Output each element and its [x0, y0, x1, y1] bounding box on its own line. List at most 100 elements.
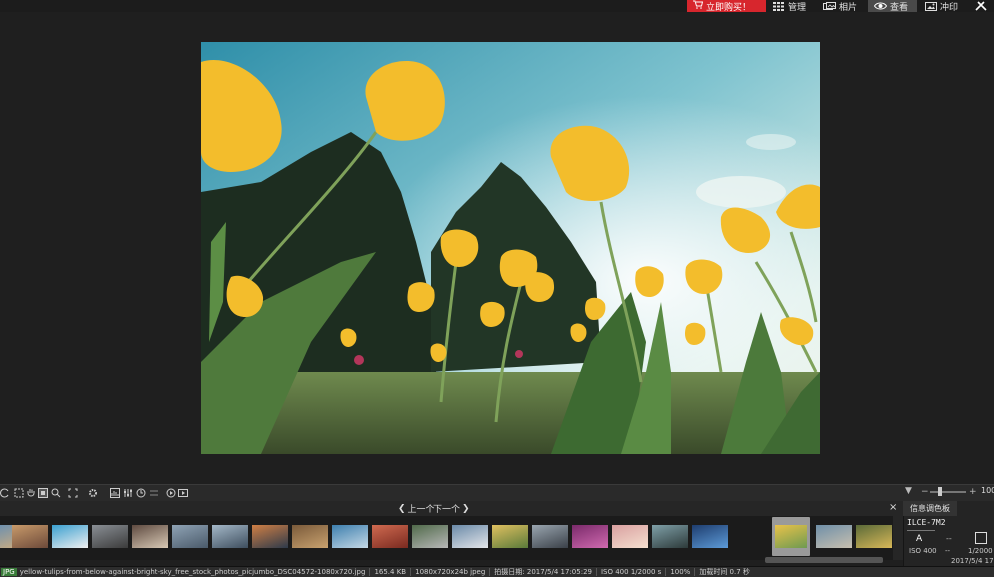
- status-filesize: 165.4 KB: [374, 568, 407, 576]
- slideshow-icon[interactable]: [178, 488, 188, 498]
- rotate-icon[interactable]: [0, 488, 10, 498]
- zoom-slider[interactable]: [930, 491, 966, 493]
- thumbnail-image: [292, 525, 328, 548]
- nav-manage-button[interactable]: 管理: [773, 0, 813, 13]
- thumbnail-image: [452, 525, 488, 548]
- status-bar: JPG yellow-tulips-from-below-against-bri…: [0, 566, 994, 577]
- close-filmstrip-button[interactable]: ×: [889, 502, 897, 513]
- status-exposure: ISO 400 1/2000 s: [600, 568, 662, 576]
- thumbnail-image: [572, 525, 608, 548]
- zoom-in-button[interactable]: +: [969, 487, 977, 497]
- filmstrip-thumbnail[interactable]: [172, 525, 208, 548]
- filmstrip-thumbnail[interactable]: [612, 525, 648, 548]
- thumbnail-image: [372, 525, 408, 548]
- select-icon[interactable]: [14, 488, 24, 498]
- filmstrip-thumbnail[interactable]: [492, 525, 528, 548]
- filmstrip-vertical-scroll[interactable]: [893, 516, 903, 560]
- info-palette-tab[interactable]: 信息调色板: [903, 501, 957, 516]
- tools-icon: [975, 1, 987, 11]
- filmstrip-thumbnail[interactable]: [816, 525, 852, 548]
- thumbnail-image: [12, 525, 48, 548]
- nav-photos-button[interactable]: 相片: [823, 0, 863, 13]
- status-filename: yellow-tulips-from-below-against-bright-…: [19, 568, 366, 576]
- filmstrip-thumbnail[interactable]: [452, 525, 488, 548]
- hand-icon[interactable]: [26, 488, 36, 498]
- thumbnail-image: [692, 525, 728, 548]
- tools-button[interactable]: [975, 0, 994, 12]
- filmstrip-thumbnail[interactable]: [132, 525, 168, 548]
- divider: [369, 568, 371, 576]
- divider: [489, 568, 491, 576]
- zoom-out-button[interactable]: −: [921, 487, 929, 497]
- status-dimensions: 1080x720x24b jpeg: [415, 568, 486, 576]
- buy-now-button[interactable]: 立即购买！: [687, 0, 766, 13]
- iso-value: ISO 400: [909, 547, 937, 555]
- divider: [665, 568, 667, 576]
- zoom-slider-handle[interactable]: [938, 487, 942, 496]
- metering-value: --: [946, 534, 952, 543]
- buy-now-label: 立即购买！: [706, 2, 752, 13]
- thumbnail-image: [52, 525, 88, 548]
- previous-button[interactable]: ❮ 上一个: [398, 502, 435, 516]
- cart-icon: [693, 0, 704, 12]
- compare-icon[interactable]: [149, 488, 159, 498]
- nav-view-button[interactable]: 查看: [868, 0, 917, 13]
- fit-screen-icon[interactable]: [68, 488, 78, 498]
- filmstrip-thumbnail[interactable]: [292, 525, 328, 548]
- thumbnail-image: [212, 525, 248, 548]
- nav-photos-label: 相片: [839, 2, 858, 13]
- eye-icon: [874, 2, 887, 10]
- filmstrip-thumbnail[interactable]: [52, 525, 88, 548]
- thumbnail-image: [172, 525, 208, 548]
- settings-icon[interactable]: [88, 488, 98, 498]
- filmstrip-thumbnail[interactable]: [692, 525, 728, 548]
- filmstrip-thumbnail[interactable]: [532, 525, 568, 548]
- thumbnail-image: [816, 525, 852, 548]
- format-badge: JPG: [1, 568, 17, 576]
- filmstrip-thumbnail[interactable]: [212, 525, 248, 548]
- zoom-dropdown[interactable]: ▼: [905, 486, 912, 496]
- next-label: 下一个: [433, 505, 461, 515]
- exposure-mode: A: [916, 534, 923, 544]
- filmstrip-thumbnail[interactable]: [572, 525, 608, 548]
- develop-icon: [925, 1, 937, 11]
- thumbnail-image: [252, 525, 288, 548]
- filmstrip-thumbnail[interactable]: [252, 525, 288, 548]
- thumbnail-image: [412, 525, 448, 548]
- nav-develop-button[interactable]: 冲印: [925, 0, 965, 13]
- capture-date: 2017/5/4 17:: [951, 557, 994, 565]
- thumbnail-image: [856, 525, 892, 548]
- chevron-left-icon: ❮: [398, 503, 406, 514]
- play-icon[interactable]: [166, 488, 176, 498]
- thumbnail-image: [532, 525, 568, 548]
- filmstrip-thumbnail[interactable]: [332, 525, 368, 548]
- filmstrip-thumbnail[interactable]: [12, 525, 48, 548]
- thumbnail-image: [132, 525, 168, 548]
- filmstrip-thumbnail[interactable]: [412, 525, 448, 548]
- next-button[interactable]: 下一个 ❯: [433, 502, 470, 516]
- divider: [694, 568, 696, 576]
- shutter-value: 1/2000: [968, 547, 993, 555]
- thumbnail-image: [92, 525, 128, 548]
- histogram-icon[interactable]: [110, 488, 120, 498]
- status-zoom: 100%: [670, 568, 691, 576]
- clock-icon[interactable]: [136, 488, 146, 498]
- filmstrip: [0, 516, 903, 560]
- thumbnail-image: [775, 525, 807, 548]
- divider: [410, 568, 412, 576]
- filmstrip-thumbnail[interactable]: [856, 525, 892, 548]
- nav-view-label: 查看: [890, 2, 909, 13]
- camera-model: ILCE-7M2: [907, 518, 946, 527]
- crop-icon[interactable]: [38, 488, 48, 498]
- zoom-icon[interactable]: [51, 488, 61, 498]
- filmstrip-scrollbar[interactable]: [765, 557, 883, 563]
- filmstrip-thumbnail[interactable]: [372, 525, 408, 548]
- adjust-icon[interactable]: [123, 488, 133, 498]
- thumbnail-image: [612, 525, 648, 548]
- grid-icon: [773, 1, 785, 11]
- thumbnail-image: [492, 525, 528, 548]
- filmstrip-thumbnail[interactable]: [772, 517, 810, 556]
- filmstrip-thumbnail[interactable]: [652, 525, 688, 548]
- nav-manage-label: 管理: [788, 2, 807, 13]
- filmstrip-thumbnail[interactable]: [92, 525, 128, 548]
